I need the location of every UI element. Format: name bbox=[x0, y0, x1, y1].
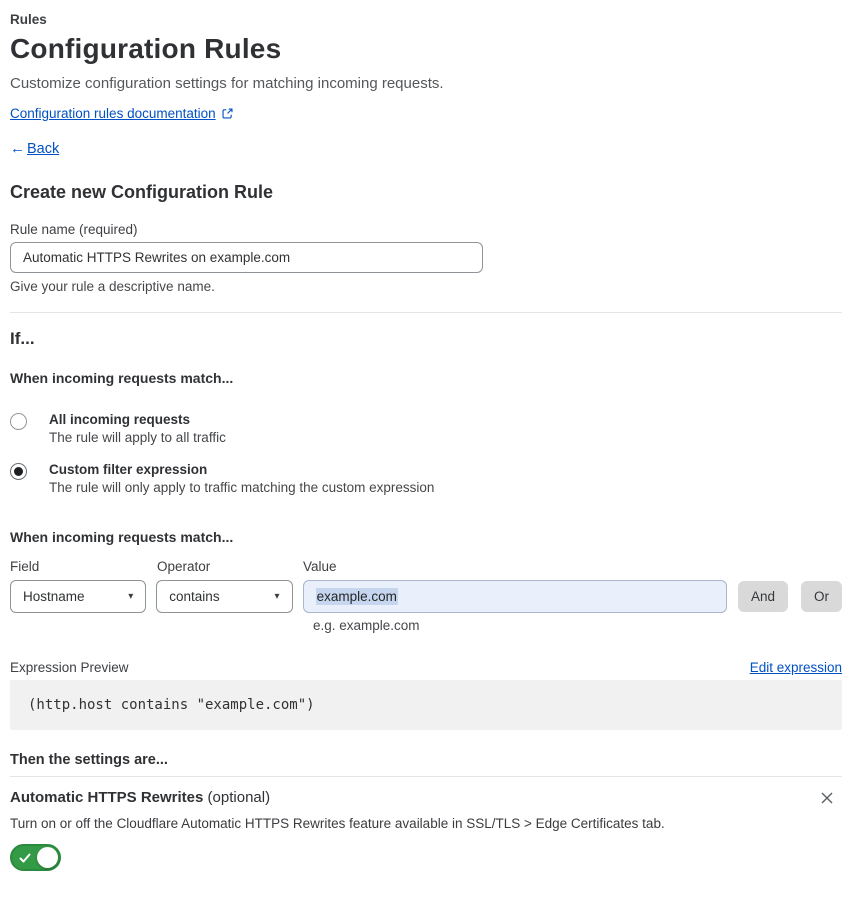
operator-select-value: contains bbox=[169, 589, 220, 604]
setting-title-suffix: (optional) bbox=[203, 789, 271, 806]
radio-unselected-icon[interactable] bbox=[10, 413, 27, 430]
field-column-label: Field bbox=[10, 559, 40, 574]
breadcrumb: Rules bbox=[10, 12, 47, 27]
match-heading: When incoming requests match... bbox=[10, 370, 234, 386]
value-input[interactable]: example.com bbox=[302, 580, 727, 613]
create-rule-heading: Create new Configuration Rule bbox=[10, 182, 274, 202]
setting-card-automatic-https-rewrites: Automatic HTTPS Rewrites (optional) Turn… bbox=[10, 776, 842, 876]
value-input-text: example.com bbox=[315, 588, 398, 605]
rule-name-helper: Give your rule a descriptive name. bbox=[10, 279, 215, 294]
close-icon[interactable] bbox=[818, 789, 836, 807]
back-link[interactable]: Back bbox=[27, 141, 59, 157]
value-helper-text: e.g. example.com bbox=[313, 618, 420, 633]
if-heading: If... bbox=[10, 329, 35, 348]
setting-card-title: Automatic HTTPS Rewrites (optional) bbox=[10, 789, 270, 806]
setting-card-description: Turn on or off the Cloudflare Automatic … bbox=[10, 816, 665, 831]
expression-preview-code: (http.host contains "example.com") bbox=[10, 680, 842, 730]
external-link-icon bbox=[221, 107, 234, 120]
setting-title-text: Automatic HTTPS Rewrites bbox=[10, 789, 204, 806]
chevron-down-icon: ▾ bbox=[128, 591, 134, 602]
section-divider bbox=[10, 312, 842, 313]
page-title: Configuration Rules bbox=[10, 33, 282, 64]
configuration-rules-page: Rules Configuration Rules Customize conf… bbox=[0, 0, 852, 876]
operator-column-label: Operator bbox=[157, 559, 211, 574]
radio-option-description: The rule will only apply to traffic matc… bbox=[49, 480, 435, 495]
then-settings-heading: Then the settings are... bbox=[10, 752, 168, 768]
toggle-check-icon bbox=[19, 851, 31, 869]
value-column-label: Value bbox=[303, 559, 337, 574]
back-arrow-icon: ← bbox=[10, 140, 25, 157]
builder-heading: When incoming requests match... bbox=[10, 529, 234, 545]
expression-preview-label: Expression Preview bbox=[10, 660, 129, 675]
field-select-value: Hostname bbox=[23, 589, 85, 604]
edit-expression-link[interactable]: Edit expression bbox=[750, 660, 842, 675]
radio-option-custom-filter-expression[interactable]: Custom filter expression The rule will o… bbox=[10, 462, 842, 495]
field-select[interactable]: Hostname ▾ bbox=[10, 580, 147, 613]
automatic-https-rewrites-toggle[interactable] bbox=[10, 844, 61, 871]
radio-option-all-incoming-requests[interactable]: All incoming requests The rule will appl… bbox=[10, 412, 842, 445]
rule-name-input[interactable] bbox=[10, 242, 483, 273]
radio-option-description: The rule will apply to all traffic bbox=[49, 430, 226, 445]
operator-select[interactable]: contains ▾ bbox=[156, 580, 293, 613]
radio-option-label: All incoming requests bbox=[49, 412, 191, 427]
documentation-link[interactable]: Configuration rules documentation bbox=[10, 106, 216, 121]
radio-option-label: Custom filter expression bbox=[49, 462, 208, 477]
and-button[interactable]: And bbox=[737, 581, 788, 612]
rule-name-label: Rule name (required) bbox=[10, 222, 138, 237]
expression-code-text: (http.host contains "example.com") bbox=[28, 697, 315, 713]
chevron-down-icon: ▾ bbox=[274, 591, 280, 602]
or-button[interactable]: Or bbox=[801, 581, 842, 612]
toggle-knob bbox=[37, 847, 58, 868]
page-subtitle: Customize configuration settings for mat… bbox=[10, 75, 444, 92]
radio-selected-icon[interactable] bbox=[10, 463, 27, 480]
